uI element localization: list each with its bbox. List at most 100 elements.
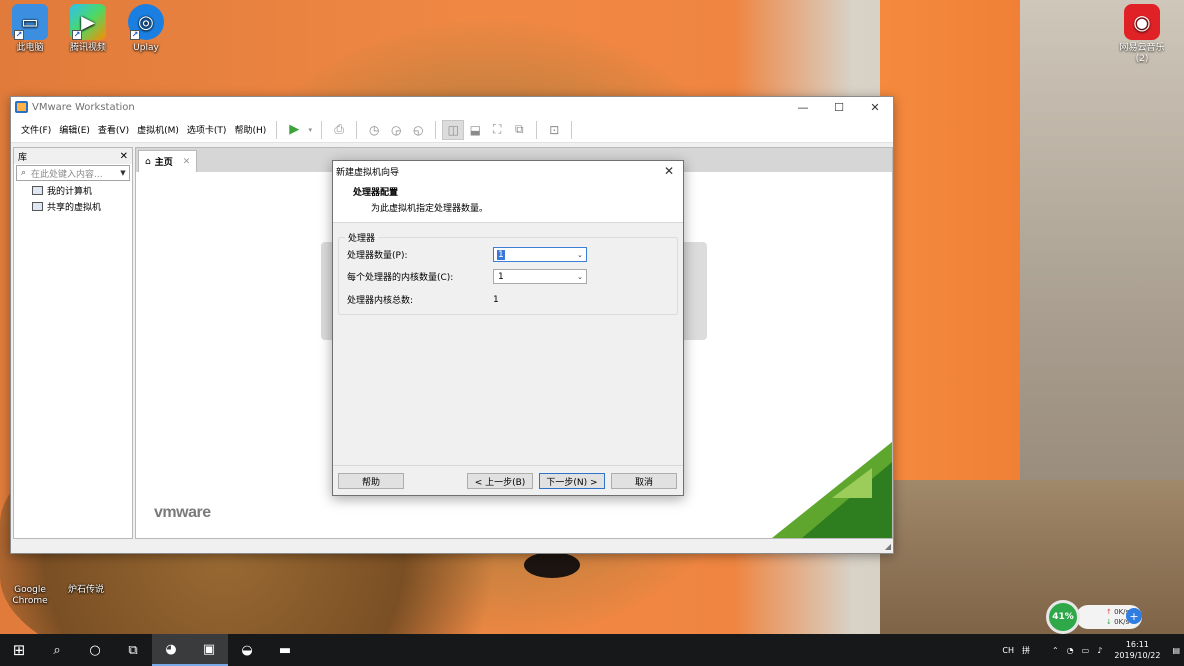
processor-count-row: 处理器数量(P): 1 ⌄ [347,247,587,262]
dialog-title: 新建虚拟机向导 [336,167,400,178]
notification-icon[interactable]: ▤ [1168,646,1184,655]
library-search-input[interactable]: ⌕ 在此处键入内容... ▼ [16,165,130,181]
total-cores-row: 处理器内核总数: 1 [347,293,499,307]
new-vm-wizard-dialog: 新建虚拟机向导 ✕ 处理器配置 为此虚拟机指定处理器数量。 处理器 处理器数量(… [332,160,684,496]
menu-tabs[interactable]: 选项卡(T) [183,123,231,136]
taskbar: ⊞ ⌕ ○ ⧉ ◕ ▣ ◒ ▬ CH 拼 ⌃ ◔ ▭ ♪ 16:11 2019/… [0,634,1184,666]
download-arrow-icon: ↓ [1106,618,1112,626]
chevron-down-icon: ⌄ [577,250,583,259]
computer-icon: ▭ ↗ [12,4,48,40]
taskbar-chrome-icon[interactable]: ◕ [152,634,190,666]
tree-item-my-computer[interactable]: 我的计算机 [14,183,132,197]
network-speed-widget[interactable]: ↑ 0K/s ↓ 0K/s 41% + [1046,600,1144,634]
memory-usage-gauge[interactable]: 41% [1046,600,1080,634]
desktop-icon-netease-music[interactable]: ◉ 网易云音乐 (2) [1118,4,1166,65]
taskbar-file-explorer-icon[interactable]: ▬ [266,634,304,666]
netease-music-icon: ◉ [1124,4,1160,40]
snapshot-manager-icon[interactable]: ◵ [407,120,429,140]
resize-grip-icon[interactable]: ◢ [885,542,891,551]
unity-icon[interactable]: ⧉ [508,120,530,140]
clock[interactable]: 16:11 2019/10/22 [1106,639,1168,661]
processor-group: 处理器 处理器数量(P): 1 ⌄ 每个处理器的内核数量(C): 1 ⌄ 处理器… [338,231,678,315]
task-view-icon[interactable]: ⧉ [114,634,152,666]
taskbar-app-icon[interactable]: ◒ [228,634,266,666]
back-button[interactable]: < 上一步(B) [467,473,533,489]
dialog-titlebar[interactable]: 新建虚拟机向导 ✕ [333,161,683,181]
vmware-logo: vmware [154,504,211,521]
vmware-app-icon [15,101,28,113]
volume-tray-icon[interactable]: ♪ [1093,646,1106,655]
minimize-icon[interactable]: — [785,97,821,117]
revert-snapshot-icon[interactable]: ◶ [385,120,407,140]
chevron-down-icon: ⌄ [577,272,583,281]
search-icon[interactable]: ⌕ [38,634,76,666]
dialog-close-icon[interactable]: ✕ [655,164,683,178]
wizard-footer: 帮助 < 上一步(B) 下一步(N) > 取消 [333,465,683,495]
qq-tray-icon[interactable]: ◔ [1063,646,1078,655]
library-search-placeholder: 在此处键入内容... [31,169,103,180]
menu-vm[interactable]: 虚拟机(M) [133,123,183,136]
total-cores-value: 1 [493,294,499,305]
window-title: VMware Workstation [32,101,135,113]
wizard-subheading: 为此虚拟机指定处理器数量。 [371,204,489,214]
boost-plus-icon[interactable]: + [1126,608,1142,624]
toolbar-separator [276,120,278,139]
processor-count-select[interactable]: 1 ⌄ [493,247,587,262]
show-library-icon[interactable]: ◫ [442,119,465,140]
maximize-icon[interactable]: ☐ [821,97,857,117]
cores-per-processor-label: 每个处理器的内核数量(C): [347,273,454,283]
ime-indicator[interactable]: 拼 [1018,645,1034,656]
desktop-icon-this-pc[interactable]: ▭ ↗ 此电脑 [0,4,60,54]
cores-per-processor-row: 每个处理器的内核数量(C): 1 ⌄ [347,269,587,284]
help-button[interactable]: 帮助 [338,473,404,489]
toolbar-separator [356,120,358,139]
send-ctrl-alt-del-icon[interactable]: ⎙ [328,120,350,140]
home-icon: ⌂ [145,156,151,167]
desktop-icon-tencent-video[interactable]: ▶ ↗ 腾讯视频 [58,4,118,54]
tree-item-shared-vms[interactable]: 共享的虚拟机 [14,199,132,213]
next-button[interactable]: 下一步(N) > [539,473,605,489]
total-cores-label: 处理器内核总数: [347,296,414,306]
toolbar-separator [435,120,437,139]
power-dropdown-icon[interactable]: ▾ [305,120,315,140]
network-tray-icon[interactable]: ▭ [1078,646,1094,655]
desktop-icon-uplay[interactable]: ◎ ↗ Uplay [116,4,176,54]
tencent-video-icon: ▶ ↗ [70,4,106,40]
toolbar-separator [321,120,323,139]
tab-home[interactable]: ⌂ 主页 ✕ [138,150,198,172]
decorative-stripe [832,468,872,498]
shared-vm-icon [32,201,43,211]
language-indicator[interactable]: CH [998,646,1018,655]
console-view-icon[interactable]: ⊡ [543,120,565,140]
taskbar-vmware-icon[interactable]: ▣ [190,634,228,666]
start-windows-icon[interactable]: ⊞ [0,634,38,666]
desktop-icon-chrome[interactable]: Google Chrome [0,546,60,607]
tab-close-icon[interactable]: ✕ [183,157,191,167]
chevron-down-icon[interactable]: ▼ [117,169,129,177]
snapshot-icon[interactable]: ◷ [363,120,385,140]
power-on-icon[interactable]: ▶ [283,120,305,140]
cores-per-processor-select[interactable]: 1 ⌄ [493,269,587,284]
library-close-icon[interactable]: ✕ [120,151,128,162]
uplay-icon: ◎ ↗ [128,4,164,40]
system-tray: CH 拼 ⌃ ◔ ▭ ♪ 16:11 2019/10/22 ▤ [998,634,1184,666]
close-icon[interactable]: ✕ [857,97,893,117]
menu-edit[interactable]: 编辑(E) [55,123,94,136]
toolbar-separator [536,120,538,139]
wizard-header: 处理器配置 为此虚拟机指定处理器数量。 [333,181,683,223]
full-screen-icon[interactable]: ⛶ [486,120,508,140]
tray-expand-icon[interactable]: ⌃ [1048,646,1063,655]
processor-count-label: 处理器数量(P): [347,251,408,261]
show-thumbnail-bar-icon[interactable]: ⬓ [464,120,486,140]
search-icon: ⌕ [21,168,27,178]
upload-arrow-icon: ↑ [1106,608,1112,616]
library-pane: 库 ✕ ⌕ 在此处键入内容... ▼ 我的计算机 共享的虚拟机 [13,147,133,539]
menu-file[interactable]: 文件(F) [17,123,55,136]
menu-help[interactable]: 帮助(H) [230,123,270,136]
wizard-heading: 处理器配置 [353,188,399,198]
cortana-icon[interactable]: ○ [76,634,114,666]
monitor-icon [32,185,43,195]
cancel-button[interactable]: 取消 [611,473,677,489]
window-titlebar[interactable]: VMware Workstation — ☐ ✕ [11,97,893,117]
menu-view[interactable]: 查看(V) [94,123,133,136]
